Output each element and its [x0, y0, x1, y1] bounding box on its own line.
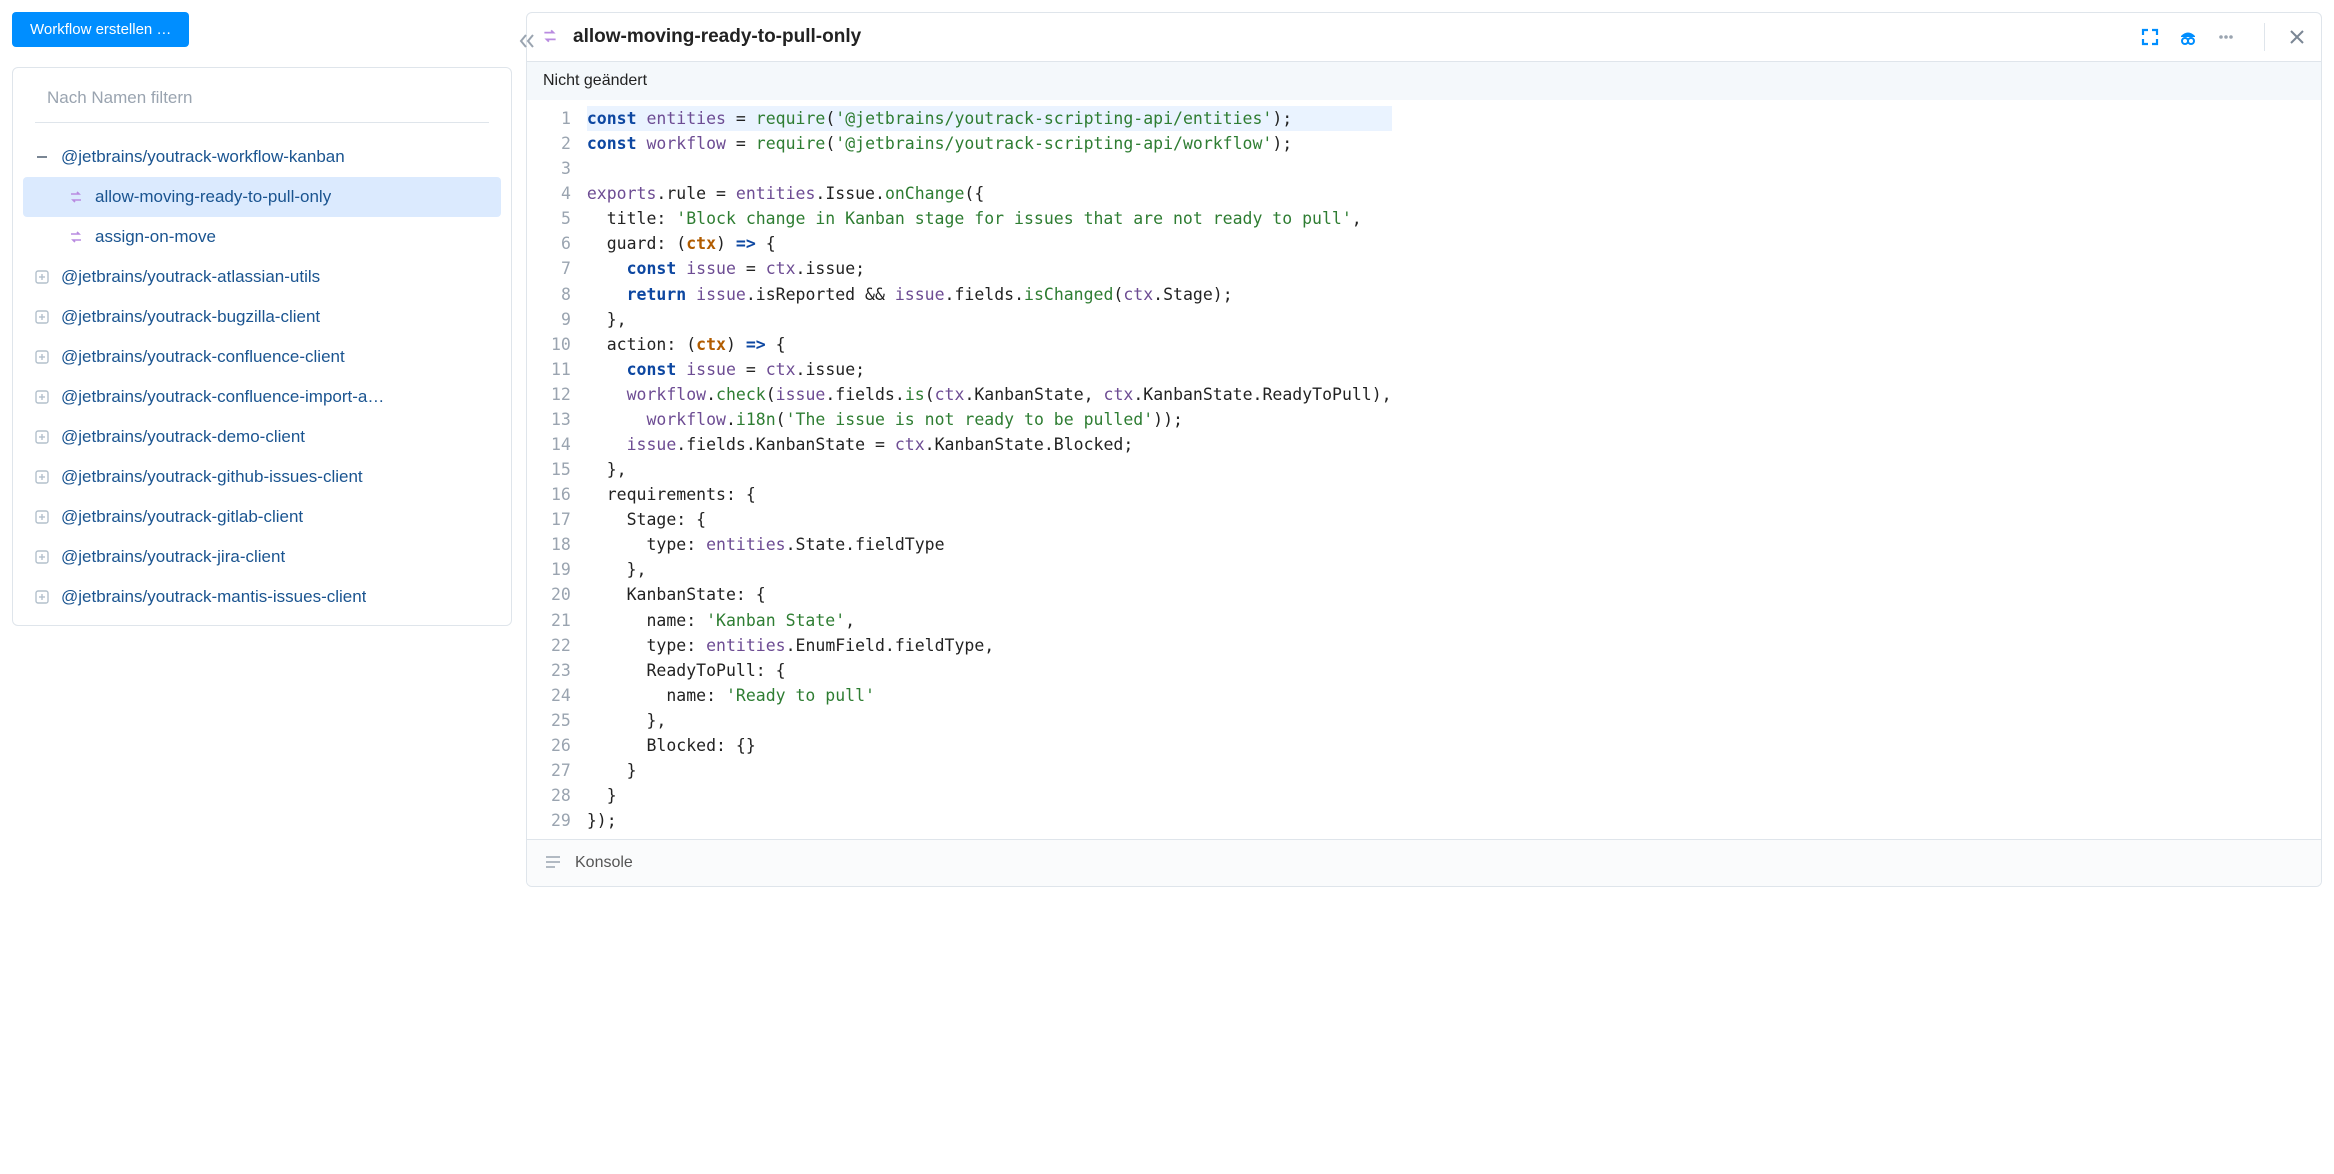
- close-icon[interactable]: [2287, 27, 2307, 47]
- expand-icon[interactable]: [2140, 27, 2160, 47]
- tree-leaf[interactable]: allow-moving-ready-to-pull-only: [23, 177, 501, 217]
- expand-icon[interactable]: [33, 348, 51, 366]
- expand-icon[interactable]: [33, 468, 51, 486]
- tree-node-label: @jetbrains/youtrack-github-issues-client: [61, 467, 363, 487]
- tree-node-label: @jetbrains/youtrack-workflow-kanban: [61, 147, 345, 167]
- tree-node-collapsed[interactable]: @jetbrains/youtrack-jira-client: [23, 537, 501, 577]
- expand-icon[interactable]: [33, 548, 51, 566]
- tree-node-label: @jetbrains/youtrack-demo-client: [61, 427, 305, 447]
- workflow-rule-icon: [541, 27, 559, 48]
- collapse-sidebar-icon[interactable]: [518, 32, 536, 53]
- workflow-tree: @jetbrains/youtrack-workflow-kanban allo…: [23, 137, 501, 617]
- tree-node-label: @jetbrains/youtrack-mantis-issues-client: [61, 587, 366, 607]
- sidebar: Workflow erstellen … @jetbrains/youtrack…: [12, 12, 512, 887]
- workflow-rule-icon: [67, 228, 85, 246]
- line-gutter: 1234567891011121314151617181920212223242…: [527, 100, 587, 839]
- tree-leaf-label: allow-moving-ready-to-pull-only: [95, 187, 331, 207]
- tree-node-collapsed[interactable]: @jetbrains/youtrack-gitlab-client: [23, 497, 501, 537]
- tree-node-collapsed[interactable]: @jetbrains/youtrack-demo-client: [23, 417, 501, 457]
- expand-icon[interactable]: [33, 388, 51, 406]
- tree-node-label: @jetbrains/youtrack-bugzilla-client: [61, 307, 320, 327]
- editor-title: allow-moving-ready-to-pull-only: [573, 26, 861, 48]
- code-content[interactable]: const entities = require('@jetbrains/you…: [587, 100, 1404, 839]
- expand-icon[interactable]: [33, 588, 51, 606]
- tree-node-collapsed[interactable]: @jetbrains/youtrack-confluence-import-a…: [23, 377, 501, 417]
- tree-node-collapsed[interactable]: @jetbrains/youtrack-mantis-issues-client: [23, 577, 501, 617]
- expand-icon[interactable]: [33, 428, 51, 446]
- status-bar: Nicht geändert: [527, 62, 2321, 100]
- console-label: Konsole: [575, 854, 633, 872]
- tree-node-label: @jetbrains/youtrack-confluence-import-a…: [61, 387, 384, 407]
- expand-icon[interactable]: [33, 508, 51, 526]
- more-icon[interactable]: [2216, 27, 2236, 47]
- editor-panel: allow-moving-ready-to-pull-only Nicht ge…: [526, 12, 2322, 887]
- workflow-rule-icon: [67, 188, 85, 206]
- tree-node-expanded[interactable]: @jetbrains/youtrack-workflow-kanban: [23, 137, 501, 177]
- create-workflow-button[interactable]: Workflow erstellen …: [12, 12, 189, 47]
- console-bar[interactable]: Konsole: [527, 839, 2321, 886]
- editor-header: allow-moving-ready-to-pull-only: [527, 13, 2321, 62]
- tree-leaf[interactable]: assign-on-move: [23, 217, 501, 257]
- collapse-icon[interactable]: [33, 148, 51, 166]
- filter-input[interactable]: [47, 88, 477, 108]
- tree-node-label: @jetbrains/youtrack-jira-client: [61, 547, 285, 567]
- tree-leaf-label: assign-on-move: [95, 227, 216, 247]
- tree-node-collapsed[interactable]: @jetbrains/youtrack-bugzilla-client: [23, 297, 501, 337]
- tree-node-collapsed[interactable]: @jetbrains/youtrack-confluence-client: [23, 337, 501, 377]
- expand-icon[interactable]: [33, 308, 51, 326]
- tree-node-label: @jetbrains/youtrack-confluence-client: [61, 347, 345, 367]
- tree-node-label: @jetbrains/youtrack-atlassian-utils: [61, 267, 320, 287]
- tree-node-collapsed[interactable]: @jetbrains/youtrack-atlassian-utils: [23, 257, 501, 297]
- workflow-tree-panel: @jetbrains/youtrack-workflow-kanban allo…: [12, 67, 512, 626]
- tree-node-collapsed[interactable]: @jetbrains/youtrack-github-issues-client: [23, 457, 501, 497]
- tree-node-label: @jetbrains/youtrack-gitlab-client: [61, 507, 303, 527]
- code-editor[interactable]: 1234567891011121314151617181920212223242…: [527, 100, 2321, 839]
- expand-icon[interactable]: [33, 268, 51, 286]
- divider: [2264, 23, 2265, 51]
- console-icon: [545, 855, 561, 872]
- incognito-icon[interactable]: [2178, 27, 2198, 47]
